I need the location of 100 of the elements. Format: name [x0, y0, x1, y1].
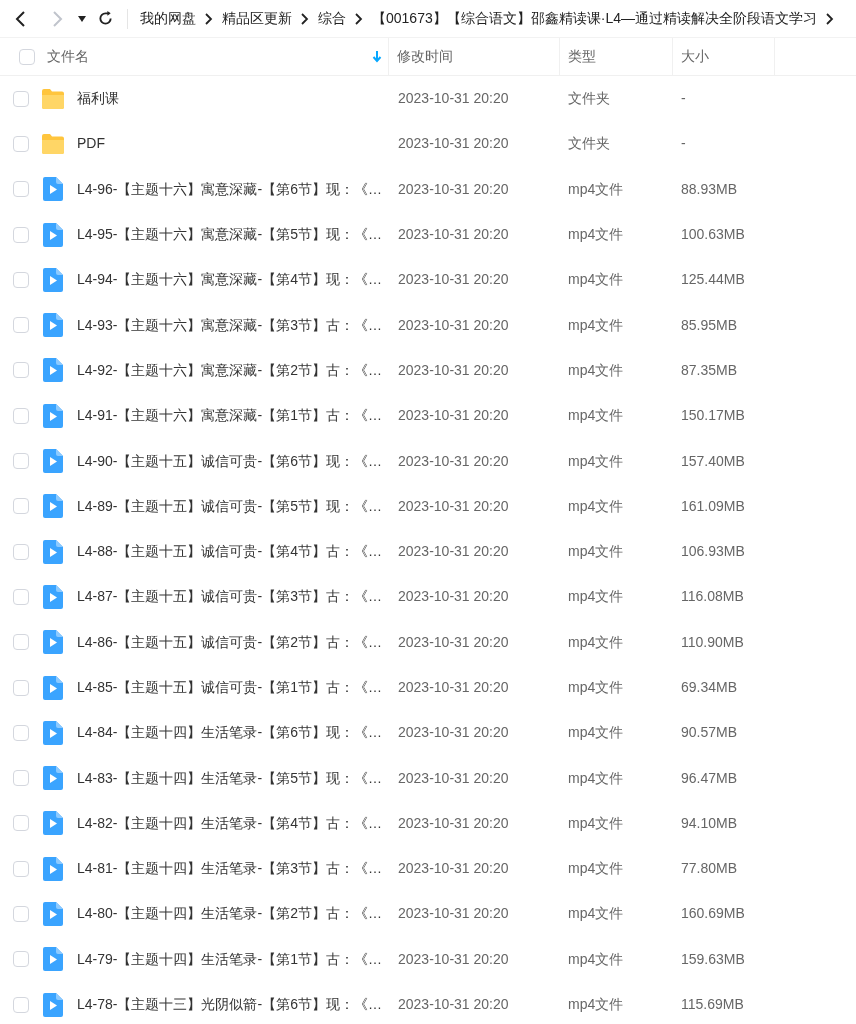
refresh-icon[interactable] — [98, 11, 113, 26]
column-header[interactable]: 修改时间 — [397, 46, 559, 67]
file-name[interactable]: L4-78-【主题十三】光阴似箭-【第6节】现：《… — [77, 994, 382, 1016]
column-header[interactable]: 大小 — [681, 46, 774, 67]
breadcrumb-item[interactable]: 综合 — [318, 8, 346, 29]
file-row[interactable]: L4-80-【主题十四】生活笔录-【第2节】古：《… 2023-10-31 20:20 mp4文件 160.69MB — [0, 891, 856, 937]
video-file-icon — [43, 675, 63, 700]
file-row[interactable]: L4-79-【主题十四】生活笔录-【第1节】古：《… 2023-10-31 20:20 mp4文件 159.63MB — [0, 936, 856, 982]
row-checkbox[interactable] — [13, 679, 29, 696]
file-row[interactable]: L4-78-【主题十三】光阴似箭-【第6节】现：《… 2023-10-31 20:20 mp4文件 115.69MB — [0, 981, 856, 1024]
sort-arrow-icon[interactable] — [372, 50, 382, 63]
row-checkbox[interactable] — [13, 543, 29, 560]
column-header[interactable]: 类型 — [568, 46, 672, 67]
file-row[interactable]: L4-87-【主题十五】诚信可贵-【第3节】古：《… 2023-10-31 20:20 mp4文件 116.08MB — [0, 574, 856, 620]
file-size: - — [680, 134, 687, 154]
row-checkbox[interactable] — [13, 634, 29, 651]
file-type: mp4文件 — [567, 632, 625, 652]
file-name[interactable]: L4-89-【主题十五】诚信可贵-【第5节】现：《… — [77, 495, 382, 517]
file-row[interactable]: L4-81-【主题十四】生活笔录-【第3节】古：《… 2023-10-31 20:20 mp4文件 77.80MB — [0, 846, 856, 892]
file-name[interactable]: L4-81-【主题十四】生活笔录-【第3节】古：《… — [77, 858, 382, 880]
file-type: mp4文件 — [567, 225, 625, 245]
file-row[interactable]: L4-95-【主题十六】寓意深藏-【第5节】现：《… 2023-10-31 20:20 mp4文件 100.63MB — [0, 211, 856, 258]
file-row[interactable]: L4-84-【主题十四】生活笔录-【第6节】现：《… 2023-10-31 20:20 mp4文件 90.57MB — [0, 710, 856, 756]
file-name[interactable]: L4-86-【主题十五】诚信可贵-【第2节】古：《… — [77, 631, 382, 653]
file-size: 77.80MB — [680, 859, 739, 879]
file-type: mp4文件 — [567, 270, 625, 290]
back-icon[interactable] — [14, 10, 28, 27]
video-file-icon — [43, 902, 63, 926]
file-name[interactable]: L4-94-【主题十六】寓意深藏-【第4节】现：《… — [77, 269, 382, 291]
row-checkbox[interactable] — [13, 815, 29, 832]
row-checkbox[interactable] — [13, 770, 29, 787]
row-checkbox[interactable] — [13, 226, 29, 243]
row-checkbox[interactable] — [13, 860, 29, 877]
file-name[interactable]: L4-84-【主题十四】生活笔录-【第6节】现：《… — [77, 722, 382, 744]
file-row[interactable]: L4-89-【主题十五】诚信可贵-【第5节】现：《… 2023-10-31 20:20 mp4文件 161.09MB — [0, 483, 856, 529]
row-checkbox[interactable] — [13, 90, 29, 107]
row-checkbox[interactable] — [13, 906, 29, 922]
breadcrumb-item[interactable]: 【001673】【综合语文】邵鑫精读课·L4—通过精读解决全阶段语文学习 — [372, 8, 817, 29]
file-name[interactable]: L4-91-【主题十六】寓意深藏-【第1节】古：《… — [77, 405, 382, 427]
video-file-icon — [43, 630, 63, 655]
file-type: mp4文件 — [567, 723, 625, 743]
file-row[interactable]: L4-85-【主题十五】诚信可贵-【第1节】古：《… 2023-10-31 20:20 mp4文件 69.34MB — [0, 664, 856, 711]
file-row[interactable]: L4-94-【主题十六】寓意深藏-【第4节】现：《… 2023-10-31 20:20 mp4文件 125.44MB — [0, 257, 856, 303]
video-file-icon — [43, 494, 63, 519]
file-row[interactable]: 福利课 2023-10-31 20:20 文件夹 - — [0, 76, 856, 122]
file-name[interactable]: L4-95-【主题十六】寓意深藏-【第5节】现：《… — [77, 224, 382, 246]
file-size: - — [680, 89, 687, 109]
video-file-icon — [43, 947, 63, 972]
file-name[interactable]: L4-85-【主题十五】诚信可贵-【第1节】古：《… — [77, 677, 382, 698]
file-name[interactable]: L4-90-【主题十五】诚信可贵-【第6节】现：《… — [77, 450, 382, 472]
row-checkbox[interactable] — [13, 951, 29, 968]
file-type: mp4文件 — [567, 315, 625, 335]
row-checkbox[interactable] — [13, 362, 29, 379]
file-size: 150.17MB — [680, 406, 746, 426]
row-checkbox[interactable] — [13, 498, 29, 515]
file-row[interactable]: L4-88-【主题十五】诚信可贵-【第4节】古：《… 2023-10-31 20:20 mp4文件 106.93MB — [0, 528, 856, 575]
row-checkbox[interactable] — [13, 181, 29, 198]
column-header[interactable]: 文件名 — [47, 46, 372, 67]
video-file-icon — [43, 856, 63, 881]
file-name[interactable]: L4-79-【主题十四】生活笔录-【第1节】古：《… — [77, 948, 382, 970]
row-checkbox[interactable] — [13, 588, 29, 605]
file-type: mp4文件 — [567, 859, 625, 879]
select-all-checkbox[interactable] — [19, 48, 35, 65]
row-checkbox[interactable] — [13, 135, 29, 152]
row-checkbox[interactable] — [13, 407, 29, 424]
file-row[interactable]: L4-90-【主题十五】诚信可贵-【第6节】现：《… 2023-10-31 20:20 mp4文件 157.40MB — [0, 438, 856, 484]
modified-time: 2023-10-31 20:20 — [397, 134, 510, 154]
video-file-icon — [43, 766, 63, 791]
file-row[interactable]: L4-93-【主题十六】寓意深藏-【第3节】古：《… 2023-10-31 20:20 mp4文件 85.95MB — [0, 302, 856, 348]
file-name[interactable]: L4-80-【主题十四】生活笔录-【第2节】古：《… — [77, 903, 382, 925]
file-name[interactable]: PDF — [77, 133, 105, 155]
row-checkbox[interactable] — [13, 271, 29, 288]
file-name[interactable]: 福利课 — [77, 88, 119, 110]
file-size: 115.69MB — [680, 995, 745, 1015]
file-name[interactable]: L4-82-【主题十四】生活笔录-【第4节】古：《… — [77, 812, 382, 834]
file-row[interactable]: L4-91-【主题十六】寓意深藏-【第1节】古：《… 2023-10-31 20:20 mp4文件 150.17MB — [0, 393, 856, 439]
row-checkbox[interactable] — [13, 724, 29, 741]
file-row[interactable]: L4-86-【主题十五】诚信可贵-【第2节】古：《… 2023-10-31 20:20 mp4文件 110.90MB — [0, 619, 856, 665]
file-row[interactable]: L4-82-【主题十四】生活笔录-【第4节】古：《… 2023-10-31 20:20 mp4文件 94.10MB — [0, 800, 856, 847]
file-row[interactable]: PDF 2023-10-31 20:20 文件夹 - — [0, 121, 856, 167]
file-row[interactable]: L4-96-【主题十六】寓意深藏-【第6节】现：《… 2023-10-31 20:20 mp4文件 88.93MB — [0, 166, 856, 212]
file-name[interactable]: L4-93-【主题十六】寓意深藏-【第3节】古：《… — [77, 314, 382, 336]
row-checkbox[interactable] — [13, 453, 29, 469]
file-name[interactable]: L4-83-【主题十四】生活笔录-【第5节】现：《… — [77, 767, 382, 789]
dropdown-caret-icon[interactable] — [78, 15, 86, 22]
file-name[interactable]: L4-92-【主题十六】寓意深藏-【第2节】古：《… — [77, 359, 382, 381]
row-checkbox[interactable] — [13, 996, 29, 1013]
modified-time: 2023-10-31 20:20 — [397, 179, 510, 199]
breadcrumb-item[interactable]: 精品区更新 — [222, 8, 292, 29]
file-row[interactable]: L4-83-【主题十四】生活笔录-【第5节】现：《… 2023-10-31 20:20 mp4文件 96.47MB — [0, 755, 856, 801]
video-file-icon — [43, 992, 63, 1017]
file-name[interactable]: L4-96-【主题十六】寓意深藏-【第6节】现：《… — [77, 178, 382, 200]
modified-time: 2023-10-31 20:20 — [397, 949, 510, 969]
file-name[interactable]: L4-88-【主题十五】诚信可贵-【第4节】古：《… — [77, 541, 382, 563]
breadcrumb-item[interactable]: 我的网盘 — [140, 8, 196, 29]
row-checkbox[interactable] — [13, 317, 29, 334]
file-row[interactable]: L4-92-【主题十六】寓意深藏-【第2节】古：《… 2023-10-31 20:20 mp4文件 87.35MB — [0, 347, 856, 394]
file-size: 157.40MB — [680, 451, 746, 471]
file-name[interactable]: L4-87-【主题十五】诚信可贵-【第3节】古：《… — [77, 586, 382, 608]
modified-time: 2023-10-31 20:20 — [397, 678, 510, 697]
